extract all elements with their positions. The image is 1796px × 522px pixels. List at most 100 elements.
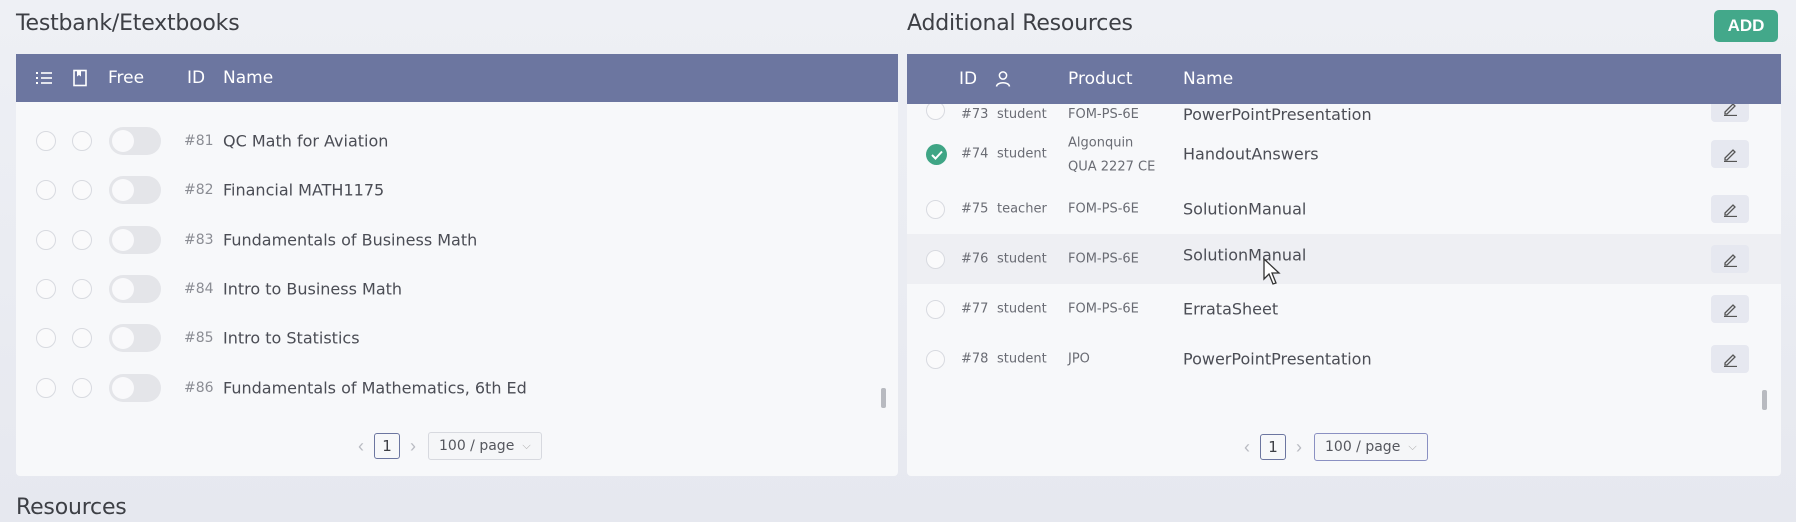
table-row[interactable]: #78 student JPO PowerPointPresentation <box>907 334 1781 384</box>
row-name: PowerPointPresentation <box>1183 105 1372 122</box>
row-radio[interactable] <box>36 180 56 200</box>
additional-resources-title: Additional Resources <box>907 11 1133 36</box>
scrollbar[interactable] <box>1762 390 1767 410</box>
table-row[interactable]: #74 student Algonquin QUA 2227 CE Handou… <box>907 126 1781 182</box>
row-id: #86 <box>184 380 214 396</box>
row-radio[interactable] <box>926 200 945 219</box>
row-name: ErrataSheet <box>1183 299 1279 319</box>
scrollbar[interactable] <box>881 388 886 408</box>
prev-page-icon[interactable]: ‹ <box>1244 437 1250 458</box>
bookmark-icon[interactable] <box>73 69 87 87</box>
row-role: student <box>997 351 1047 367</box>
table-row[interactable]: #76 student FOM-PS-6E SolutionManual <box>907 234 1781 285</box>
col-id[interactable]: ID <box>187 68 205 88</box>
row-radio[interactable] <box>36 328 56 348</box>
table-row[interactable]: #73 student FOM-PS-6E PowerPointPresenta… <box>907 104 1781 122</box>
edit-button[interactable] <box>1711 345 1749 373</box>
add-button[interactable]: ADD <box>1714 10 1778 42</box>
row-name: PowerPointPresentation <box>1183 349 1372 369</box>
row-id: #78 <box>961 351 989 367</box>
table-row[interactable]: #82 Financial MATH1175 <box>16 165 898 215</box>
row-radio[interactable] <box>36 131 56 151</box>
row-radio-2[interactable] <box>72 378 92 398</box>
row-id: #76 <box>961 251 989 267</box>
prev-page-icon[interactable]: ‹ <box>358 436 364 457</box>
row-name: SolutionManual <box>1183 245 1307 265</box>
free-toggle[interactable] <box>109 226 161 254</box>
row-role: student <box>997 251 1047 267</box>
col-name[interactable]: Name <box>223 68 273 88</box>
row-name: Intro to Business Math <box>223 279 403 299</box>
free-toggle[interactable] <box>109 275 161 303</box>
table-row[interactable]: #83 Fundamentals of Business Math <box>16 215 898 265</box>
row-radio[interactable] <box>36 378 56 398</box>
row-id: #85 <box>184 330 214 346</box>
page-size-value: 100 / page <box>439 438 515 454</box>
row-radio[interactable] <box>926 300 945 319</box>
row-name: Fundamentals of Business Math <box>223 230 478 250</box>
row-role: student <box>997 107 1047 122</box>
edit-button[interactable] <box>1711 104 1749 122</box>
row-radio-2[interactable] <box>72 230 92 250</box>
pencil-icon <box>1723 353 1737 367</box>
row-role: student <box>997 301 1047 317</box>
row-id: #81 <box>184 133 214 149</box>
row-radio-2[interactable] <box>72 328 92 348</box>
table-row[interactable]: #85 Intro to Statistics <box>16 313 898 363</box>
table-row[interactable]: #84 Intro to Business Math <box>16 264 898 314</box>
page-size-select[interactable]: 100 / page ⌵ <box>1314 433 1428 461</box>
pencil-icon <box>1723 253 1737 267</box>
row-checked-radio[interactable] <box>926 144 947 165</box>
user-icon[interactable] <box>995 71 1011 88</box>
pencil-icon <box>1723 104 1737 116</box>
row-product: Algonquin <box>1068 135 1134 151</box>
edit-button[interactable] <box>1711 295 1749 323</box>
table-row[interactable]: #86 Fundamentals of Mathematics, 6th Ed <box>16 363 898 413</box>
row-role: teacher <box>997 201 1047 217</box>
row-radio[interactable] <box>36 230 56 250</box>
col-id[interactable]: ID <box>959 69 977 89</box>
testbank-panel: Free ID Name #81 QC Math for Aviation #8… <box>16 54 898 476</box>
edit-button[interactable] <box>1711 140 1749 168</box>
col-name[interactable]: Name <box>1183 69 1233 89</box>
resources-title: Resources <box>16 495 127 520</box>
row-name: Fundamentals of Mathematics, 6th Ed <box>223 378 527 398</box>
row-product: FOM-PS-6E <box>1068 107 1139 122</box>
free-toggle[interactable] <box>109 127 161 155</box>
chevron-down-icon: ⌵ <box>1408 440 1417 453</box>
table-row[interactable]: #75 teacher FOM-PS-6E SolutionManual <box>907 184 1781 234</box>
mouse-cursor-icon <box>1263 258 1281 285</box>
pencil-icon <box>1723 303 1737 317</box>
list-icon[interactable] <box>36 71 52 85</box>
free-toggle[interactable] <box>109 324 161 352</box>
row-radio-2[interactable] <box>72 180 92 200</box>
row-radio[interactable] <box>36 279 56 299</box>
chevron-down-icon: ⌵ <box>522 439 531 452</box>
row-product: FOM-PS-6E <box>1068 201 1139 217</box>
row-radio[interactable] <box>926 104 945 120</box>
next-page-icon[interactable]: › <box>410 436 416 457</box>
row-radio-2[interactable] <box>72 279 92 299</box>
free-toggle[interactable] <box>109 374 161 402</box>
testbank-pagination: ‹ 1 › 100 / page ⌵ <box>358 432 542 460</box>
row-id: #74 <box>961 146 989 162</box>
edit-button[interactable] <box>1711 245 1749 273</box>
row-radio[interactable] <box>926 350 945 369</box>
table-row[interactable]: #81 QC Math for Aviation <box>16 116 898 166</box>
current-page[interactable]: 1 <box>1260 434 1286 460</box>
testbank-table-header: Free ID Name <box>16 54 898 102</box>
row-radio[interactable] <box>926 250 945 269</box>
col-free[interactable]: Free <box>108 68 144 88</box>
current-page[interactable]: 1 <box>374 433 400 459</box>
row-radio-2[interactable] <box>72 131 92 151</box>
free-toggle[interactable] <box>109 176 161 204</box>
additional-pagination: ‹ 1 › 100 / page ⌵ <box>1244 433 1428 461</box>
col-product[interactable]: Product <box>1068 69 1133 89</box>
row-id: #82 <box>184 182 214 198</box>
page-size-select[interactable]: 100 / page ⌵ <box>428 432 542 460</box>
table-row[interactable]: #77 student FOM-PS-6E ErrataSheet <box>907 284 1781 334</box>
next-page-icon[interactable]: › <box>1296 437 1302 458</box>
edit-button[interactable] <box>1711 195 1749 223</box>
additional-resources-panel: ID Product Name #73 student FOM-PS-6E Po… <box>907 54 1781 476</box>
row-name: SolutionManual <box>1183 199 1307 219</box>
